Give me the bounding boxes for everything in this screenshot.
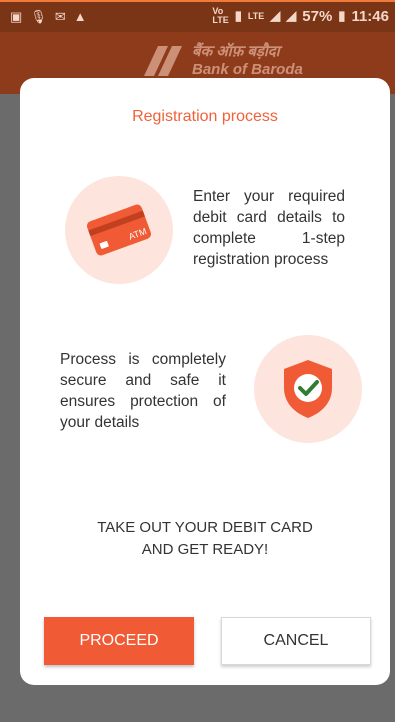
shield-check-icon xyxy=(284,360,332,418)
secure-info-text: Process is completely secure and safe it… xyxy=(60,351,226,431)
bank-name-english: Bank of Baroda xyxy=(192,61,303,78)
bank-name-hindi: बैंक ऑफ़ बड़ौदा xyxy=(192,43,280,60)
sim-2-icon: ▮ xyxy=(234,8,242,23)
mail-icon: ✉ xyxy=(54,9,66,24)
card-icon-circle: ATM xyxy=(65,176,173,284)
ready-line-1: TAKE OUT YOUR DEBIT CARD xyxy=(97,519,313,536)
shield-icon-circle xyxy=(254,335,362,443)
lte-label: LTE xyxy=(247,10,265,21)
clock: 11:46 xyxy=(351,7,389,25)
signal-2-icon: ◢ xyxy=(286,8,297,23)
card-info-text: Enter your required debit card details t… xyxy=(193,188,345,268)
dialog-title: Registration process xyxy=(132,108,278,125)
battery-icon: ▮ xyxy=(338,8,346,23)
frame-edge xyxy=(395,0,403,722)
registration-dialog: Registration process ATM Enter your requ… xyxy=(20,78,390,685)
microphone-icon: 🎙 xyxy=(30,9,47,24)
ready-line-2: AND GET READY! xyxy=(141,541,269,558)
bank-logo: बैंक ऑफ़ बड़ौदा Bank of Baroda xyxy=(138,42,303,80)
proceed-button[interactable]: PROCEED xyxy=(44,617,194,665)
cancel-button[interactable]: CANCEL xyxy=(221,617,371,665)
status-bar: ▣ 🎙 ✉ ▲ Vo LTE ▮ LTE ◢ ◢ 57% ▮ 11:46 xyxy=(0,2,395,32)
gallery-icon: ▣ xyxy=(10,9,23,24)
warning-icon: ▲ xyxy=(73,9,87,24)
signal-icon: ◢ xyxy=(270,8,281,23)
battery-percent: 57% xyxy=(302,7,333,25)
bank-logo-icon xyxy=(144,46,182,76)
ready-instruction: TAKE OUT YOUR DEBIT CARD AND GET READY! xyxy=(20,517,390,561)
atm-card-icon: ATM xyxy=(87,204,151,256)
volte-icon: Vo LTE xyxy=(212,6,229,25)
